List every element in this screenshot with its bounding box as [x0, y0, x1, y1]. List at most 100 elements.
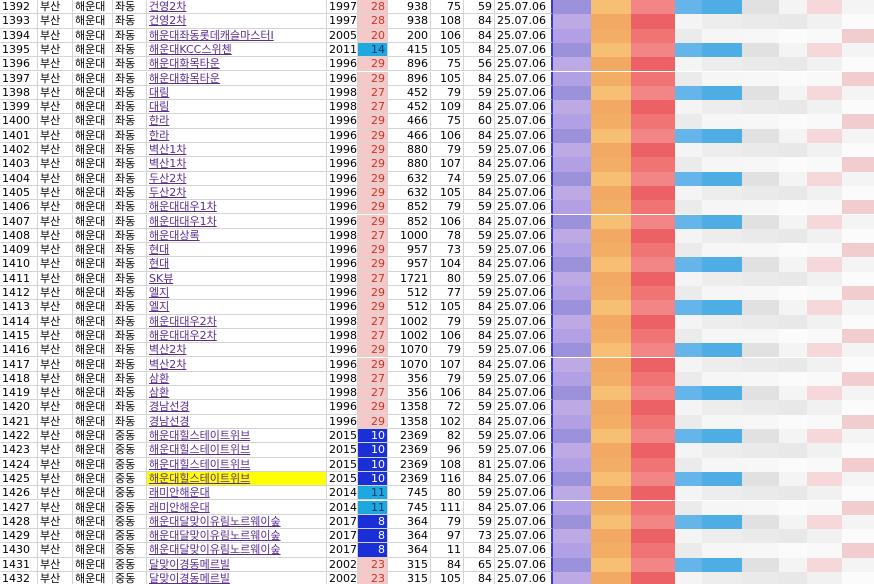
complex-name-link[interactable]: 두산2차: [147, 171, 327, 186]
date-cell: 25.07.06: [495, 443, 553, 458]
table-row: 1402 부산 해운대 좌동 벽산1차 1996 29 880 79 59 25.07.06: [0, 143, 874, 158]
complex-name-link[interactable]: 삼환: [147, 386, 327, 401]
complex-name-link[interactable]: 해운대힐스테이트위브: [147, 471, 327, 487]
complex-name-link[interactable]: 경남선경: [147, 414, 327, 429]
redacted-cell: [631, 185, 675, 201]
complex-name-link[interactable]: 한라: [147, 114, 327, 129]
redacted-cell: [591, 243, 631, 258]
redacted-cell: [807, 343, 842, 358]
redacted-cell: [842, 114, 874, 129]
complex-name-link[interactable]: 벽산1차: [147, 143, 327, 158]
table-row: 1414 부산 해운대 좌동 해운대대우2차 1998 27 1002 79 59 25.07.06: [0, 314, 874, 329]
complex-name-link[interactable]: 한라: [147, 128, 327, 143]
district-cell: 해운대: [73, 0, 113, 15]
dong-cell: 좌동: [113, 300, 147, 315]
supply-area-cell: 84: [431, 557, 464, 572]
complex-name-link[interactable]: 경남선경: [147, 400, 327, 415]
redacted-cell: [779, 572, 807, 584]
redacted-cell: [842, 243, 874, 258]
exclusive-area-cell: 59: [464, 85, 495, 101]
date-cell: 25.07.06: [495, 128, 553, 143]
redacted-cell: [675, 228, 702, 244]
redacted-cell: [553, 572, 591, 584]
redacted-cell: [553, 200, 591, 215]
redacted-cell: [702, 386, 742, 401]
redacted-cell: [591, 486, 631, 501]
redacted-cell: [591, 200, 631, 215]
complex-name-link[interactable]: 벽산1차: [147, 157, 327, 172]
redacted-cell: [742, 343, 779, 358]
complex-name-link[interactable]: 해운대대우1차: [147, 214, 327, 229]
complex-name-link[interactable]: 해운대화목타운: [147, 71, 327, 86]
date-cell: 25.07.06: [495, 257, 553, 272]
dong-cell: 좌동: [113, 314, 147, 329]
redacted-cell: [742, 429, 779, 444]
exclusive-area-cell: 84: [464, 257, 495, 272]
complex-name-link[interactable]: 현대: [147, 243, 327, 258]
complex-name-link[interactable]: 대림: [147, 100, 327, 115]
age-cell: 27: [358, 271, 388, 286]
complex-name-link[interactable]: 해운대상록: [147, 228, 327, 244]
households-cell: 512: [388, 286, 431, 301]
redacted-cell: [842, 457, 874, 472]
complex-name-link[interactable]: 해운대달맞이유림노르웨이숲: [147, 543, 327, 558]
city-cell: 부산: [38, 357, 73, 372]
complex-name-link[interactable]: 해운대대우1차: [147, 200, 327, 215]
complex-name-link[interactable]: 래미안해운대: [147, 486, 327, 501]
city-cell: 부산: [38, 42, 73, 58]
redacted-cell: [842, 529, 874, 544]
redacted-cell: [631, 371, 675, 387]
complex-name-link[interactable]: 현대: [147, 257, 327, 272]
redacted-cell: [591, 271, 631, 286]
redacted-cell: [675, 143, 702, 158]
complex-name-link[interactable]: 해운대힐스테이트위브: [147, 443, 327, 458]
complex-name-link[interactable]: 해운대대우2차: [147, 328, 327, 344]
complex-name-link[interactable]: 삼환: [147, 371, 327, 387]
district-cell: 해운대: [73, 457, 113, 472]
date-cell: 25.07.06: [495, 57, 553, 72]
district-cell: 해운대: [73, 257, 113, 272]
complex-name-link[interactable]: 해운대KCC스위첸: [147, 42, 327, 58]
complex-name-link[interactable]: 대림: [147, 85, 327, 101]
dong-cell: 좌동: [113, 42, 147, 58]
date-cell: 25.07.06: [495, 357, 553, 372]
redacted-cell: [842, 471, 874, 487]
redacted-cell: [842, 300, 874, 315]
redacted-cell: [553, 314, 591, 329]
complex-name-link[interactable]: 건영2차: [147, 14, 327, 29]
district-cell: 해운대: [73, 514, 113, 530]
complex-name-link[interactable]: 래미안해운대: [147, 500, 327, 515]
complex-name-link[interactable]: SK뷰: [147, 271, 327, 286]
complex-name-link[interactable]: 엘지: [147, 286, 327, 301]
supply-area-cell: 108: [431, 457, 464, 472]
age-cell: 8: [358, 529, 388, 544]
redacted-cell: [742, 185, 779, 201]
redacted-cell: [553, 100, 591, 115]
row-number-cell: 1396: [0, 57, 38, 72]
exclusive-area-cell: 59: [464, 343, 495, 358]
redacted-cell: [807, 200, 842, 215]
complex-name-link[interactable]: 엘지: [147, 300, 327, 315]
complex-name-link[interactable]: 해운대좌동롯데캐슬마스터I: [147, 28, 327, 43]
complex-name-link[interactable]: 해운대화목타운: [147, 57, 327, 72]
complex-name-link[interactable]: 두산2차: [147, 185, 327, 201]
complex-name-link[interactable]: 해운대달맞이유림노르웨이숲: [147, 514, 327, 530]
complex-name-link[interactable]: 건영2차: [147, 0, 327, 15]
build-year-cell: 2017: [327, 529, 358, 544]
build-year-cell: 2014: [327, 500, 358, 515]
complex-name-link[interactable]: 벽산2차: [147, 357, 327, 372]
complex-name-link[interactable]: 달맞이경동메르빌: [147, 557, 327, 572]
redacted-cell: [807, 243, 842, 258]
complex-name-link[interactable]: 해운대달맞이유림노르웨이숲: [147, 529, 327, 544]
redacted-cell: [591, 128, 631, 143]
households-cell: 364: [388, 529, 431, 544]
complex-name-link[interactable]: 해운대힐스테이트위브: [147, 457, 327, 472]
table-row: 1430 부산 해운대 중동 해운대달맞이유림노르웨이숲 2017 8 364 11 84 25.0…: [0, 543, 874, 558]
complex-name-link[interactable]: 해운대대우2차: [147, 314, 327, 329]
exclusive-area-cell: 59: [464, 200, 495, 215]
redacted-cell: [842, 286, 874, 301]
complex-name-link[interactable]: 달맞이경동메르빌: [147, 572, 327, 584]
redacted-cell: [742, 200, 779, 215]
complex-name-link[interactable]: 벽산2차: [147, 343, 327, 358]
complex-name-link[interactable]: 해운대힐스테이트위브: [147, 429, 327, 444]
